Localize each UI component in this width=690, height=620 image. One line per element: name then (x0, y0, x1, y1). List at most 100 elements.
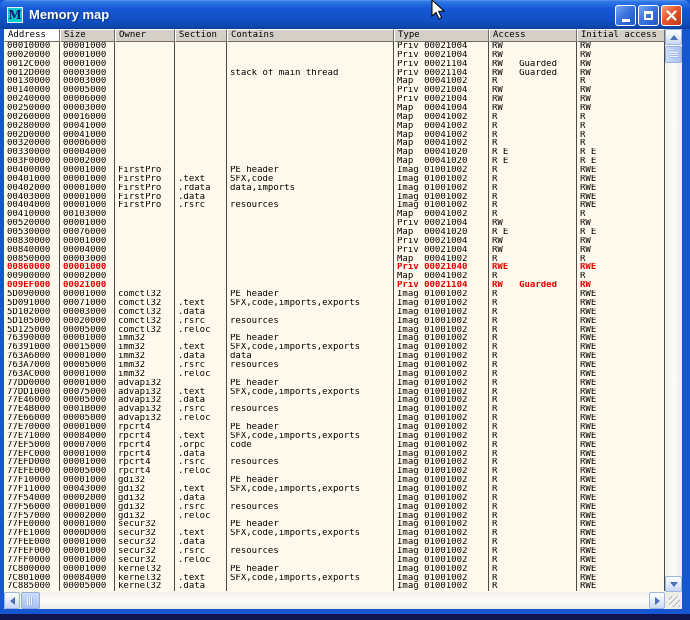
table-row[interactable]: 7C88500000005000kernel32.dataImag 010010… (4, 582, 665, 591)
column-header-section[interactable]: Section (175, 29, 227, 42)
table-row[interactable]: 009EF00000021000Priv 00021104RW GuardedR… (4, 281, 665, 290)
table-row[interactable]: 763A600000001000imm32.datadataImag 01001… (4, 352, 665, 361)
scroll-left-button[interactable] (4, 592, 20, 609)
table-row[interactable]: 7C80000000001000kernel32PE headerImag 01… (4, 565, 665, 574)
column-header-contains[interactable]: Contains (227, 29, 394, 42)
cell-access: R E (489, 157, 577, 166)
table-row[interactable]: 0025000000003000Map 00041004RWRW (4, 104, 665, 113)
table-row[interactable]: 77E4600000005000advapi32.dataImag 010010… (4, 396, 665, 405)
table-row[interactable]: 5D09100000071000comctl32.textSFX,code,im… (4, 299, 665, 308)
table-row[interactable]: 0083000000001000Priv 00021004RWRW (4, 237, 665, 246)
minimize-icon (622, 19, 630, 22)
cell-address: 00140000 (4, 86, 60, 95)
cell-address: 5D102000 (4, 308, 60, 317)
table-row[interactable]: 77E7100000084000rpcrt4.textSFX,code,impo… (4, 432, 665, 441)
table-row[interactable]: 0040200000001000FirstPro.rdatadata,impor… (4, 184, 665, 193)
table-row[interactable]: 77FF000000001000secur32.relocImag 010010… (4, 556, 665, 565)
maximize-button[interactable] (638, 5, 659, 26)
cell-section (175, 290, 227, 299)
table-row[interactable]: 0086000000001000Priv 00021040RWERWE (4, 263, 665, 272)
table-row[interactable]: 0053000000076000Map 00041020R ER E (4, 228, 665, 237)
table-row[interactable]: 77DD100000075000advapi32.textSFX,code,im… (4, 388, 665, 397)
vertical-scrollbar-thumb[interactable] (665, 46, 682, 63)
cell-access: R (489, 201, 577, 210)
column-header-size[interactable]: Size (60, 29, 115, 42)
scroll-up-button[interactable] (665, 29, 682, 45)
table-row[interactable]: 003F000000002000Map 00041020R ER E (4, 157, 665, 166)
table-row[interactable]: 763A700000005000imm32.rsrcresourcesImag … (4, 361, 665, 370)
table-row[interactable]: 7C80100000084000kernel32.textSFX,code,im… (4, 574, 665, 583)
resize-grip[interactable] (665, 592, 682, 609)
cell-contains: SFX,code,imports,exports (227, 574, 394, 583)
cell-contains (227, 396, 394, 405)
table-row[interactable]: 77F1000000001000gdi32PE headerImag 01001… (4, 476, 665, 485)
table-row[interactable]: 5D10200000003000comctl32.dataImag 010010… (4, 308, 665, 317)
table-row[interactable]: 0032000000006000Map 00041002RR (4, 139, 665, 148)
titlebar[interactable]: M Memory map (0, 0, 690, 29)
table-row[interactable]: 0024000000006000Priv 00021004RWRW (4, 95, 665, 104)
table-row[interactable]: 77EFD00000001000rpcrt4.rsrcresourcesImag… (4, 458, 665, 467)
table-row[interactable]: 77E4B0000001B000advapi32.rsrcresourcesIm… (4, 405, 665, 414)
table-row[interactable]: 5D10500000020000comctl32.rsrcresourcesIm… (4, 317, 665, 326)
table-row[interactable]: 77EFE00000005000rpcrt4.relocImag 0100100… (4, 467, 665, 476)
table-row[interactable]: 0090000000002000Map 00041002RR (4, 272, 665, 281)
cell-address: 77E46000 (4, 396, 60, 405)
cell-size: 00016000 (60, 113, 115, 122)
table-row[interactable]: 0002000000001000Priv 00021004RWRW (4, 51, 665, 60)
table-row[interactable]: 0041000000103000Map 00041002RR (4, 210, 665, 219)
column-header-type[interactable]: Type (394, 29, 489, 42)
table-row[interactable]: 0013000000003000Map 00041002RR (4, 77, 665, 86)
cell-contains (227, 51, 394, 60)
table-row[interactable]: 77F5700000002000gdi32.relocImag 01001002… (4, 512, 665, 521)
table-row[interactable]: 0040000000001000FirstProPE headerImag 01… (4, 166, 665, 175)
table-row[interactable]: 77E6600000005000advapi32.relocImag 01001… (4, 414, 665, 423)
table-row[interactable]: 0028000000041000Map 00041002RR (4, 122, 665, 131)
table-row[interactable]: 77EF500000007000rpcrt4.orpccodeImag 0100… (4, 441, 665, 450)
cell-type: Imag 01001002 (394, 423, 489, 432)
table-row[interactable]: 77F5600000001000gdi32.rsrcresourcesImag … (4, 503, 665, 512)
table-row[interactable]: 0052000000001000Priv 00021004RWRW (4, 219, 665, 228)
horizontal-scrollbar-thumb[interactable] (21, 592, 40, 609)
table-row[interactable]: 002D000000041000Map 00041002RR (4, 131, 665, 140)
table-row[interactable]: 5D12500000005000comctl32.relocImag 01001… (4, 326, 665, 335)
horizontal-scrollbar[interactable] (4, 592, 665, 609)
scroll-down-button[interactable] (665, 576, 682, 592)
column-header-access[interactable]: Access (489, 29, 577, 42)
table-row[interactable]: 7639100000015000imm32.textSFX,code,impor… (4, 343, 665, 352)
table-row[interactable]: 77DD000000001000advapi32PE headerImag 01… (4, 379, 665, 388)
table-row[interactable]: 0040100000001000FirstPro.textSFX,codeIma… (4, 175, 665, 184)
vertical-scrollbar[interactable] (665, 29, 682, 592)
table-row[interactable]: 5D09000000001000comctl32PE headerImag 01… (4, 290, 665, 299)
table-row[interactable]: 0033000000004000Map 00041020R ER E (4, 148, 665, 157)
close-button[interactable] (661, 5, 682, 26)
cell-owner: comctl32 (115, 326, 175, 335)
table-row[interactable]: 77FEE00000001000secur32.dataImag 0100100… (4, 538, 665, 547)
table-row[interactable]: 0012C00000001000Priv 00021104RW GuardedR… (4, 60, 665, 69)
column-header-initial-access[interactable]: Initial access (577, 29, 665, 42)
table-row[interactable]: 0085000000003000Map 00041002RR (4, 255, 665, 264)
table-row[interactable]: 77EFC00000001000rpcrt4.dataImag 01001002… (4, 450, 665, 459)
table-row[interactable]: 77FE10000000D000secur32.textSFX,code,imp… (4, 529, 665, 538)
minimize-button[interactable] (615, 5, 636, 26)
cell-contains (227, 157, 394, 166)
column-header-owner[interactable]: Owner (115, 29, 175, 42)
cell-size: 00001000 (60, 476, 115, 485)
table-row[interactable]: 77E7000000001000rpcrt4PE headerImag 0100… (4, 423, 665, 432)
scroll-right-button[interactable] (649, 592, 665, 609)
table-row[interactable]: 0001000000001000Priv 00021004RWRW (4, 42, 665, 51)
table-row[interactable]: 77FEF00000001000secur32.rsrcresourcesIma… (4, 547, 665, 556)
table-row[interactable]: 77F5400000002000gdi32.dataImag 01001002R… (4, 494, 665, 503)
column-header-address[interactable]: Address (4, 29, 60, 42)
cell-address: 00020000 (4, 51, 60, 60)
table-row[interactable]: 77F1100000043000gdi32.textSFX,code,impor… (4, 485, 665, 494)
table-row[interactable]: 763AC00000001000imm32.relocImag 01001002… (4, 370, 665, 379)
table-row[interactable]: 7639000000001000imm32PE headerImag 01001… (4, 334, 665, 343)
table-row[interactable]: 77FE000000001000secur32PE headerImag 010… (4, 520, 665, 529)
table-row[interactable]: 0012D00000003000stack of main threadPriv… (4, 69, 665, 78)
table-row[interactable]: 0014000000005000Priv 00021004RWRW (4, 86, 665, 95)
table-row[interactable]: 0084000000004000Priv 00021004RWRW (4, 246, 665, 255)
table-row[interactable]: 0040300000001000FirstPro.dataImag 010010… (4, 193, 665, 202)
table-row[interactable]: 0026000000016000Map 00041002RR (4, 113, 665, 122)
cell-section: .rsrc (175, 458, 227, 467)
table-row[interactable]: 0040400000001000FirstPro.rsrcresourcesIm… (4, 201, 665, 210)
